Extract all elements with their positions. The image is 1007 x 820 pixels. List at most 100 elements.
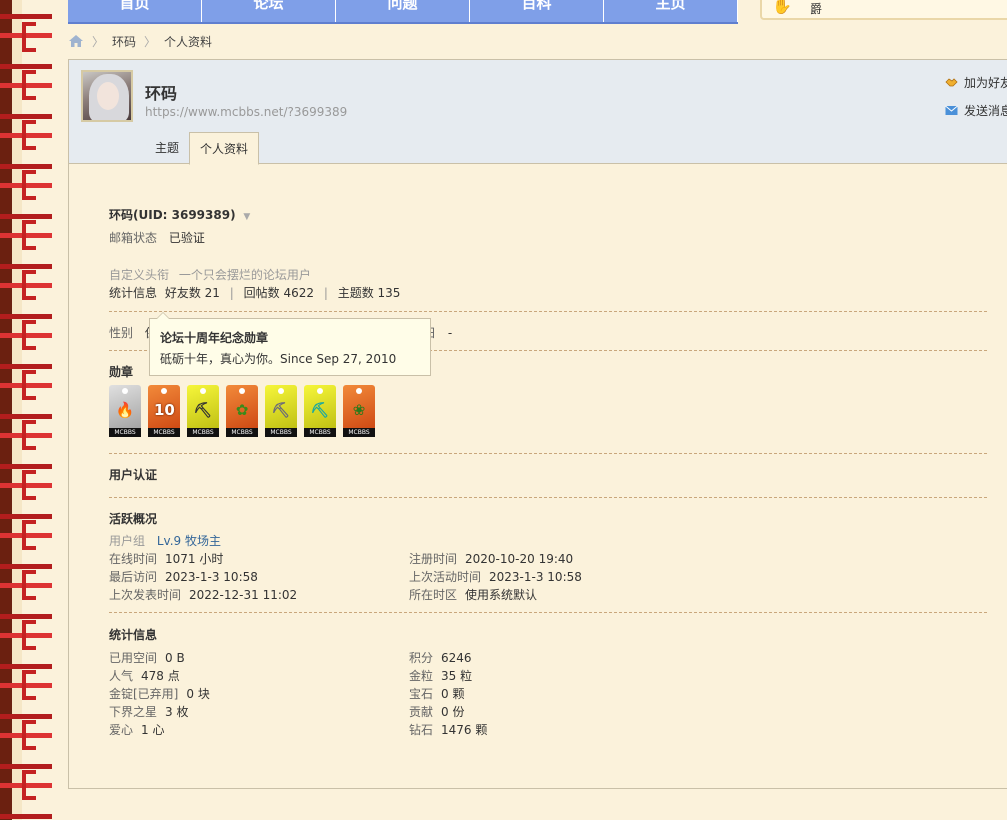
- tab-profile[interactable]: 个人资料: [189, 132, 260, 165]
- breadcrumb-separator: 〉: [92, 34, 105, 49]
- statinfo-value: 35 粒: [441, 669, 473, 683]
- medal-badge[interactable]: ⛏ MCBBS: [187, 385, 219, 437]
- activity-label: 最后访问: [109, 570, 158, 584]
- deco-bracket: [22, 120, 36, 150]
- medal-hole: [239, 388, 245, 394]
- statinfo-label: 贡献: [409, 705, 434, 719]
- profile-header: 环码 https://www.mcbbs.net/?3699389 加为好友 发…: [69, 60, 1007, 165]
- medal-label: MCBBS: [187, 428, 219, 437]
- deco-bracket: [22, 620, 36, 650]
- pickaxe-icon: ⛏: [310, 401, 330, 419]
- uid-text: 环码(UID: 3699389): [109, 208, 236, 222]
- statinfo-item: 钻石 1476 颗: [409, 721, 487, 738]
- deco-bracket: [22, 370, 36, 400]
- statinfo-value: 3 枚: [165, 705, 189, 719]
- medal-badge[interactable]: ❀ MCBBS: [343, 385, 375, 437]
- statinfo-item: 贡献 0 份: [409, 703, 464, 720]
- activity-item: 在线时间 1071 小时: [109, 550, 223, 567]
- activity-value: 使用系统默认: [465, 588, 538, 602]
- medal-badge[interactable]: 10 MCBBS: [148, 385, 180, 437]
- divider: [109, 497, 987, 498]
- medal-badge[interactable]: ✿ MCBBS: [226, 385, 258, 437]
- tooltip-title: 论坛十周年纪念勋章: [160, 331, 269, 345]
- profile-panel: 环码 https://www.mcbbs.net/?3699389 加为好友 发…: [68, 59, 1007, 789]
- breadcrumb-user[interactable]: 环码: [112, 33, 136, 50]
- deco-bracket: [22, 320, 36, 350]
- statinfo-title: 统计信息: [109, 628, 158, 642]
- divider: [109, 453, 987, 454]
- medal-label: MCBBS: [304, 428, 336, 437]
- top-navigation: 首页 论坛 问题 百科 主页: [68, 0, 738, 24]
- usergroup-link[interactable]: Lv.9 牧场主: [157, 534, 221, 548]
- stats-label: 统计信息: [109, 286, 158, 300]
- send-message-button[interactable]: 发送消息: [945, 102, 1007, 119]
- nav-item-wiki[interactable]: 百科: [470, 0, 604, 22]
- medal-badge[interactable]: ⛏ MCBBS: [265, 385, 297, 437]
- nav-item-home[interactable]: 首页: [68, 0, 202, 22]
- statinfo-value: 1476 颗: [441, 723, 488, 737]
- add-friend-label: 加为好友: [964, 76, 1007, 90]
- deco-bracket: [22, 22, 36, 52]
- home-icon[interactable]: [68, 34, 84, 48]
- tab-threads[interactable]: 主题: [145, 132, 189, 164]
- deco-bracket: [22, 220, 36, 250]
- activity-label: 所在时区: [409, 588, 458, 602]
- statinfo-item: 积分 6246: [409, 649, 472, 666]
- fire-icon: 🔥: [115, 401, 135, 419]
- email-status-label: 邮箱状态: [109, 231, 158, 245]
- uid-line[interactable]: 环码(UID: 3699389) ▼: [109, 206, 250, 223]
- stat-threads[interactable]: 主题数 135: [338, 286, 401, 300]
- profile-url[interactable]: https://www.mcbbs.net/?3699389: [145, 105, 347, 119]
- statinfo-item: 爱心 1 心: [109, 721, 164, 738]
- statinfo-label: 积分: [409, 651, 434, 665]
- sprout-icon: ✿: [235, 401, 249, 419]
- deco-bracket: [22, 720, 36, 750]
- nav-item-questions[interactable]: 问题: [336, 0, 470, 22]
- custom-title-value: 一个只会摆烂的论坛用户: [178, 268, 311, 282]
- chevron-down-icon[interactable]: ▼: [243, 212, 250, 222]
- activity-item: 所在时区 使用系统默认: [409, 586, 537, 603]
- stats-divider: |: [323, 286, 328, 300]
- deco-bracket: [22, 770, 36, 800]
- statinfo-item: 人气 478 点: [109, 667, 180, 684]
- deco-bracket: [22, 170, 36, 200]
- deco-bracket: [22, 420, 36, 450]
- activity-label: 上次活动时间: [409, 570, 482, 584]
- add-friend-button[interactable]: 加为好友: [945, 74, 1007, 91]
- medal-hole: [161, 388, 167, 394]
- stat-friends[interactable]: 好友数 21: [165, 286, 220, 300]
- stats-row: 统计信息 好友数 21 | 回帖数 4622 | 主题数 135: [109, 284, 400, 301]
- activity-label: 上次发表时间: [109, 588, 182, 602]
- email-status-row: 邮箱状态 已验证: [109, 229, 205, 246]
- email-status-value: 已验证: [168, 231, 205, 245]
- custom-title-label: 自定义头衔: [109, 268, 170, 282]
- leaves-icon: ❀: [352, 401, 366, 419]
- avatar-face: [97, 82, 119, 110]
- statinfo-value: 1 心: [141, 723, 165, 737]
- activity-item: 最后访问 2023-1-3 10:58: [109, 568, 258, 585]
- nav-item-forum[interactable]: 论坛: [202, 0, 336, 22]
- ten-years-icon: 10: [154, 401, 175, 419]
- avatar[interactable]: [81, 70, 133, 122]
- statinfo-item: 下界之星 3 枚: [109, 703, 188, 720]
- deco-bracket: [22, 570, 36, 600]
- medal-label: MCBBS: [109, 428, 141, 437]
- profile-username: 环码: [145, 84, 178, 103]
- medals-title: 勋章: [109, 365, 134, 379]
- medal-tooltip: 论坛十周年纪念勋章 砥砺十年，真心为你。Since Sep 27, 2010: [149, 312, 431, 376]
- activity-title: 活跃概况: [109, 512, 158, 526]
- medal-badge[interactable]: 🔥 MCBBS: [109, 385, 141, 437]
- send-message-label: 发送消息: [964, 104, 1007, 118]
- medal-label: MCBBS: [226, 428, 258, 437]
- top-right-box[interactable]: ✋ 爵: [760, 0, 1007, 20]
- medal-badge[interactable]: ⛏ MCBBS: [304, 385, 336, 437]
- nav-item-homepage[interactable]: 主页: [604, 0, 738, 22]
- handshake-icon: [945, 78, 958, 87]
- medal-label: MCBBS: [343, 428, 375, 437]
- medals-list: 🔥 MCBBS 10 MCBBS ⛏ MCBBS ✿ MCBBS ⛏ MCBBS ⛏ MCB…: [109, 385, 375, 437]
- statinfo-label: 已用空间: [109, 651, 158, 665]
- statinfo-label: 金锭[已弃用]: [109, 687, 179, 701]
- envelope-icon: [945, 105, 958, 115]
- top-right-text: 爵: [810, 2, 823, 16]
- stat-replies[interactable]: 回帖数 4622: [244, 286, 314, 300]
